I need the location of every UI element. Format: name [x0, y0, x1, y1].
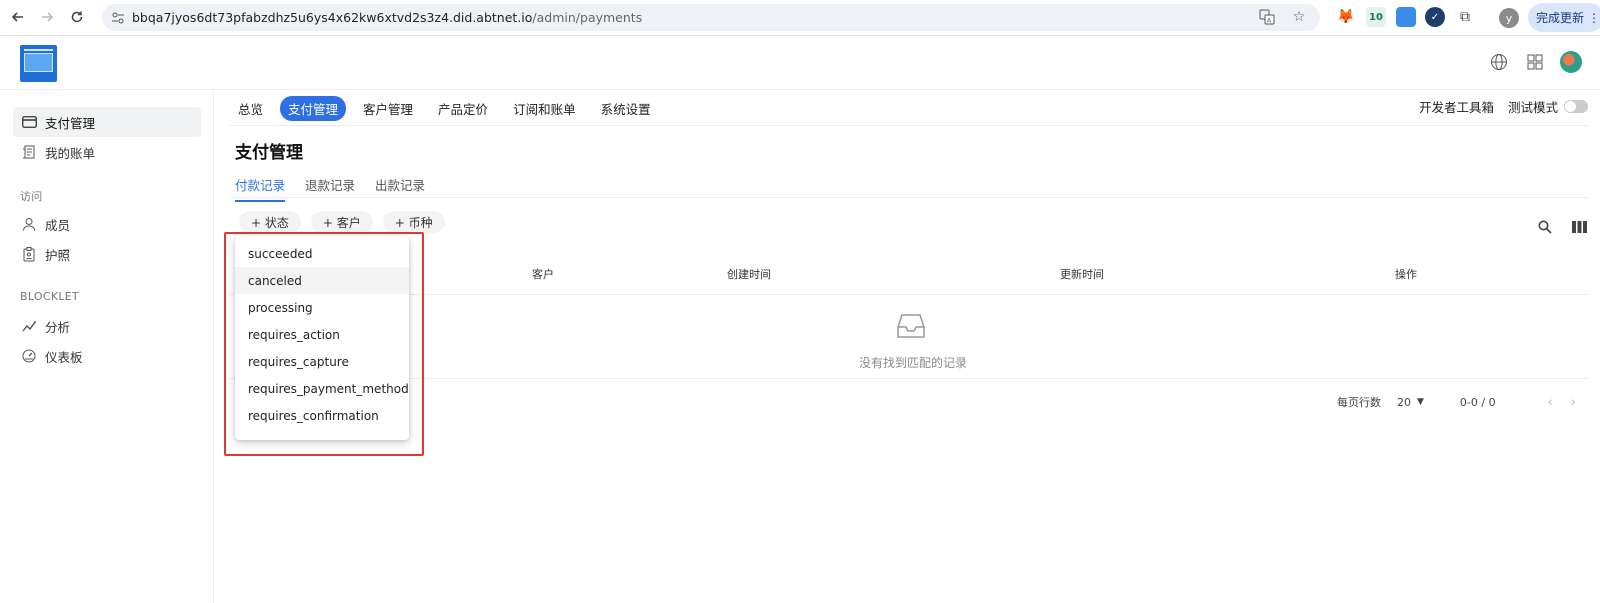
tab-overview[interactable]: 总览 [230, 96, 271, 121]
tab-products[interactable]: 产品定价 [430, 96, 496, 121]
app-logo[interactable] [20, 45, 57, 82]
update-button[interactable]: 完成更新 ⋮ [1528, 3, 1600, 32]
sidebar-item-analytics[interactable]: 分析 [13, 311, 201, 341]
back-button[interactable] [4, 3, 32, 31]
check-shield-icon[interactable]: ✓ [1425, 7, 1445, 27]
columns-icon[interactable] [1570, 218, 1588, 236]
sidebar-item-label: 成员 [45, 217, 71, 233]
sidebar-item-members[interactable]: 成员 [13, 209, 201, 239]
puzzle-icon[interactable]: ⧉ [1455, 7, 1475, 27]
rows-per-page-value: 20 [1397, 395, 1411, 409]
reload-button[interactable] [63, 3, 91, 31]
site-settings-icon[interactable] [110, 10, 126, 26]
extension-badge-icon[interactable]: 10 [1366, 7, 1386, 27]
page-title: 支付管理 [235, 143, 303, 163]
globe-icon[interactable] [1488, 51, 1510, 73]
sidebar-item-label: 支付管理 [45, 115, 96, 131]
bookmark-star-icon[interactable]: ☆ [1290, 8, 1308, 26]
browser-toolbar: bbqa7jyos6dt73pfabzdhz5u6ys4x62kw6xtvd2s… [0, 0, 1600, 36]
more-vert-icon: ⋮ [1588, 10, 1600, 25]
topnav-right: 开发者工具箱 测试模式 [1419, 97, 1588, 116]
top-nav: 总览 支付管理 客户管理 产品定价 订阅和账单 系统设置 [230, 95, 668, 121]
column-header-created[interactable]: 创建时间 [727, 266, 771, 282]
column-header-updated[interactable]: 更新时间 [1060, 266, 1104, 282]
passport-icon [21, 246, 37, 262]
rows-per-page-label: 每页行数 [1337, 396, 1381, 409]
app-header [0, 36, 1600, 90]
sidebar-item-label: 护照 [45, 247, 71, 263]
url-host: bbqa7jyos6dt73pfabzdhz5u6ys4x62kw6xtvd2s… [132, 10, 533, 25]
table-header-divider [230, 294, 1588, 295]
user-avatar[interactable] [1560, 51, 1582, 73]
column-header-actions: 操作 [1395, 268, 1417, 281]
topnav-divider [230, 125, 1588, 126]
pagination: 每页行数 20 ▼ 0-0 / 0 ‹ › [1337, 394, 1576, 410]
chart-icon [21, 318, 37, 334]
annotation-highlight-box [224, 232, 424, 456]
sidebar-item-payments[interactable]: 支付管理 [13, 107, 201, 137]
sidebar-item-passport[interactable]: 护照 [13, 239, 201, 269]
apps-grid-icon[interactable] [1524, 51, 1546, 73]
rows-per-page-select[interactable]: 20 ▼ [1397, 396, 1424, 409]
search-icon[interactable] [1536, 218, 1554, 236]
table-tools [1536, 218, 1588, 236]
url-text: bbqa7jyos6dt73pfabzdhz5u6ys4x62kw6xtvd2s… [132, 10, 642, 25]
sidebar-item-label: 我的账单 [45, 145, 96, 161]
sidebar: 支付管理 我的账单 访问 成员 护照 BLOCKLET 分析 仪表板 [0, 90, 214, 603]
test-mode-switch[interactable]: 测试模式 [1508, 97, 1588, 116]
receipt-icon [21, 144, 37, 160]
section-access-title: 访问 [20, 190, 43, 203]
sidebar-item-my-bills[interactable]: 我的账单 [13, 137, 201, 167]
sidebar-item-label: 仪表板 [45, 349, 83, 365]
arrow-left-icon [11, 12, 23, 22]
filter-customer-chip[interactable]: + 客户 [310, 211, 373, 233]
page-range: 0-0 / 0 [1459, 395, 1496, 409]
sidebar-item-dashboard[interactable]: 仪表板 [13, 341, 201, 371]
tab-settings[interactable]: 系统设置 [593, 96, 659, 121]
empty-state-text: 没有找到匹配的记录 [859, 356, 968, 370]
update-label: 完成更新 [1536, 11, 1585, 25]
column-header-customer[interactable]: 客户 [532, 266, 554, 282]
filter-status-chip[interactable]: + 状态 [239, 211, 301, 233]
screen-capture-icon[interactable] [1396, 7, 1416, 27]
filter-bar: + 状态 + 客户 + 币种 [239, 211, 445, 233]
url-path: /admin/payments [532, 10, 643, 25]
filter-currency-chip[interactable]: + 币种 [382, 211, 445, 233]
user-icon [21, 216, 37, 232]
section-blocklet-title: BLOCKLET [20, 290, 80, 303]
table-footer-divider [230, 378, 1588, 379]
test-mode-label: 测试模式 [1507, 100, 1558, 115]
metamask-icon[interactable]: 🦊 [1336, 7, 1356, 27]
prev-page-button[interactable]: ‹ [1548, 395, 1553, 410]
test-mode-toggle[interactable] [1564, 100, 1588, 113]
translate-icon[interactable]: A [1258, 8, 1276, 26]
tab-payments[interactable]: 支付管理 [280, 95, 347, 121]
tab-customers[interactable]: 客户管理 [355, 96, 421, 121]
address-bar[interactable]: bbqa7jyos6dt73pfabzdhz5u6ys4x62kw6xtvd2s… [102, 4, 1320, 31]
subtabs-divider [230, 197, 1588, 198]
forward-button[interactable] [33, 3, 61, 31]
tab-subscriptions[interactable]: 订阅和账单 [505, 96, 584, 121]
arrow-right-icon [42, 12, 54, 22]
gauge-icon [21, 348, 37, 364]
caret-down-icon: ▼ [1417, 397, 1424, 407]
card-icon [21, 114, 37, 130]
next-page-button[interactable]: › [1571, 395, 1576, 410]
dev-tools-link[interactable]: 开发者工具箱 [1419, 97, 1494, 116]
inbox-icon [896, 313, 926, 343]
reload-icon [71, 11, 83, 23]
sidebar-item-label: 分析 [45, 319, 71, 335]
profile-avatar[interactable]: y [1499, 8, 1519, 28]
